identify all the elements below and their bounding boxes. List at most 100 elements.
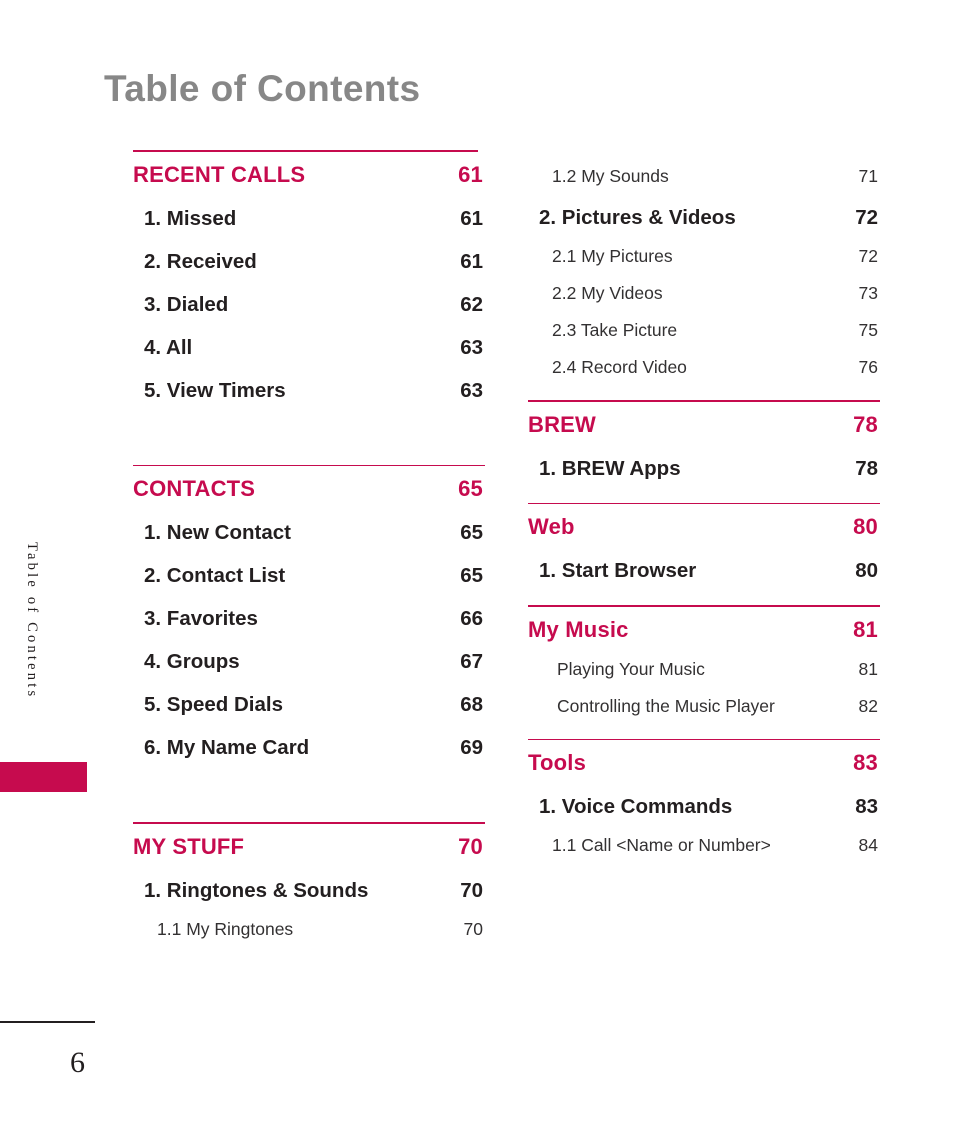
toc-section: Web 80 1. Start Browser 80 (528, 502, 880, 584)
toc-entry[interactable]: 1.1 My Ringtones 70 (133, 903, 483, 940)
toc-entry-page: 73 (858, 283, 878, 303)
side-tab-label: Table of Contents (24, 542, 40, 700)
toc-entry-page: 84 (858, 835, 878, 856)
toc-entry-page: 70 (460, 878, 483, 902)
toc-section-heading[interactable]: RECENT CALLS 61 (133, 152, 483, 188)
toc-entry[interactable]: 2. Contact List 65 (133, 545, 483, 588)
toc-entry-label: Playing Your Music (557, 658, 705, 679)
toc-entry[interactable]: Controlling the Music Player 82 (528, 680, 878, 717)
toc-entry[interactable]: 1. Missed 61 (133, 188, 483, 231)
toc-entry[interactable]: 5. View Timers 63 (133, 360, 483, 403)
toc-entry-label: 1. Ringtones & Sounds (144, 878, 369, 902)
toc-section-heading-page: 80 (853, 514, 878, 540)
toc-entry-page: 81 (858, 658, 878, 679)
toc-entry-label: 1. Missed (144, 206, 237, 230)
toc-entry-label: 1.1 Call <Name or Number> (552, 835, 771, 856)
toc-entry-label: Controlling the Music Player (557, 695, 775, 716)
toc-entry-page: 65 (460, 521, 483, 545)
toc-entry[interactable]: 4. Groups 67 (133, 631, 483, 674)
toc-section-heading-label: Tools (528, 750, 587, 776)
toc-entry[interactable]: 2. Received 61 (133, 231, 483, 274)
toc-section-heading-page: 81 (853, 616, 878, 642)
toc-entry-page: 72 (855, 206, 878, 229)
toc-entry-page: 76 (858, 357, 878, 377)
toc-entry-label: 2.1 My Pictures (552, 246, 673, 266)
toc-entry-page: 65 (460, 564, 483, 588)
toc-entry[interactable]: 1. Start Browser 80 (528, 540, 878, 583)
toc-section-heading-page: 61 (458, 161, 483, 187)
footer-rule (0, 1021, 95, 1023)
toc-entry-page: 66 (460, 607, 483, 631)
toc-entry[interactable]: 5. Speed Dials 68 (133, 674, 483, 717)
toc-entry[interactable]: 1. New Contact 65 (133, 502, 483, 545)
toc-entry[interactable]: 4. All 63 (133, 317, 483, 360)
toc-entry[interactable]: 1.1 Call <Name or Number> 84 (528, 819, 878, 856)
toc-entry-label: 1. Start Browser (539, 559, 697, 583)
toc-entry[interactable]: 6. My Name Card 69 (133, 717, 483, 760)
toc-entry-page: 75 (858, 320, 878, 340)
toc-section-heading-label: Web (528, 514, 575, 540)
toc-entry[interactable]: 2.2 My Videos 73 (528, 267, 878, 304)
toc-section-heading[interactable]: CONTACTS 65 (133, 466, 483, 502)
toc-section: 1.2 My Sounds 71 2. Pictures & Videos 72 2.1… (528, 150, 878, 378)
toc-entry-label: 2.4 Record Video (552, 357, 687, 377)
toc-entry[interactable]: Playing Your Music 81 (528, 643, 878, 680)
toc-section-heading-label: MY STUFF (133, 833, 245, 859)
side-tab: Table of Contents (0, 520, 90, 795)
toc-entry[interactable]: 3. Dialed 62 (133, 274, 483, 317)
toc-entry-label: 6. My Name Card (144, 736, 310, 760)
toc-section-heading[interactable]: MY STUFF 70 (133, 824, 483, 860)
toc-entry-page: 83 (855, 795, 878, 819)
toc-entry[interactable]: 2. Pictures & Videos 72 (528, 187, 878, 230)
toc-entry-page: 71 (858, 166, 878, 186)
toc-section: MY STUFF 70 1. Ringtones & Sounds 70 1.1 My … (133, 822, 485, 940)
toc-section: CONTACTS 65 1. New Contact 65 2. Contact Lis… (133, 464, 485, 761)
toc-section-heading-label: RECENT CALLS (133, 161, 306, 187)
toc-entry[interactable]: 2.3 Take Picture 75 (528, 304, 878, 341)
toc-entry[interactable]: 1. BREW Apps 78 (528, 438, 878, 481)
toc-entry-page: 70 (463, 918, 483, 939)
toc-section-heading-label: My Music (528, 616, 629, 642)
toc-entry-label: 3. Dialed (144, 292, 229, 316)
footer-page-number: 6 (70, 1046, 85, 1079)
toc-entry-label: 2. Contact List (144, 564, 286, 588)
toc-entry-label: 3. Favorites (144, 607, 258, 631)
toc-entry-page: 63 (460, 335, 483, 359)
toc-section-heading-page: 83 (853, 750, 878, 776)
toc-entry-page: 80 (855, 559, 878, 583)
toc-entry-page: 78 (855, 456, 878, 480)
toc-entry-label: 2. Received (144, 249, 257, 273)
page-title: Table of Contents (104, 68, 421, 109)
toc-entry-label: 1. New Contact (144, 521, 291, 545)
toc-entry[interactable]: 1. Voice Commands 83 (528, 776, 878, 819)
toc-section-heading[interactable]: Web 80 (528, 504, 878, 540)
toc-entry-page: 63 (460, 378, 483, 402)
toc-entry[interactable]: 2.1 My Pictures 72 (528, 230, 878, 267)
toc-entry-label: 4. All (144, 335, 193, 359)
toc-section-heading[interactable]: Tools 83 (528, 740, 878, 776)
toc-column-left: RECENT CALLS 61 1. Missed 61 2. Received 61 3.… (133, 150, 485, 940)
toc-section: BREW 78 1. BREW Apps 78 (528, 400, 880, 481)
toc-section-heading-label: BREW (528, 411, 597, 437)
toc-section-heading[interactable]: My Music 81 (528, 607, 878, 643)
toc-section-heading-page: 78 (853, 411, 878, 437)
toc-entry-page: 61 (460, 206, 483, 230)
toc-entry[interactable]: 1.2 My Sounds 71 (528, 150, 878, 187)
toc-entry-label: 1.2 My Sounds (552, 166, 669, 186)
toc-section: My Music 81 Playing Your Music 81 Controllin… (528, 605, 880, 717)
toc-entry[interactable]: 3. Favorites 66 (133, 588, 483, 631)
toc-section: RECENT CALLS 61 1. Missed 61 2. Received 61 3.… (133, 150, 483, 403)
toc-entry-page: 68 (460, 693, 483, 717)
toc-entry[interactable]: 2.4 Record Video 76 (528, 341, 878, 378)
toc-entry[interactable]: 1. Ringtones & Sounds 70 (133, 860, 483, 903)
toc-entry-page: 72 (858, 246, 878, 266)
toc-section-heading-label: CONTACTS (133, 476, 256, 502)
toc-entry-label: 4. Groups (144, 650, 240, 674)
toc-section-heading[interactable]: BREW 78 (528, 402, 878, 438)
toc-entry-page: 67 (460, 650, 483, 674)
